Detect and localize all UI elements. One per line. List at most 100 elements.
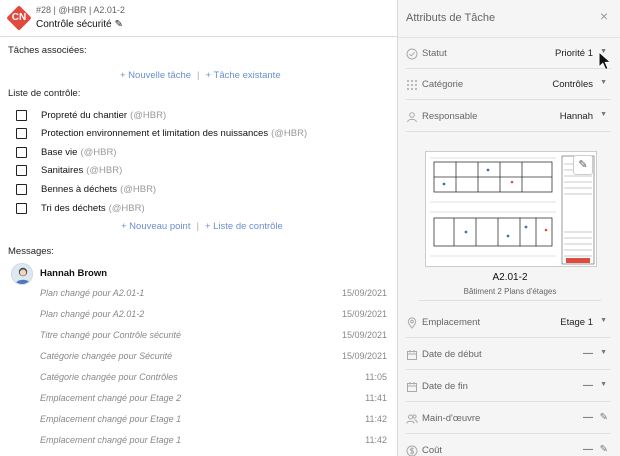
cost-label: Coût [422,445,443,456]
existing-task-link[interactable]: + Tâche existante [206,70,281,81]
checklist-item-tag: (@HBR) [80,146,117,158]
chevron-down-icon: ▼ [600,79,607,86]
assignee-field[interactable]: Responsable Hannah ▼ [406,102,611,132]
checklist-link[interactable]: + Liste de contrôle [205,221,283,232]
checklist-links: + Nouveau point | + Liste de contrôle [121,221,283,232]
checklist-label: Liste de contrôle: [8,88,81,99]
checklist-item-tag: (@HBR) [120,183,157,195]
associated-tasks-label: Tâches associées: [8,45,87,56]
avatar [11,263,33,285]
start-date-label: Date de début [422,349,482,360]
message-date: 11:05 [365,372,387,382]
checkbox[interactable] [16,127,27,139]
user-avatar-icon [15,267,31,284]
grid-dots-icon [406,79,418,91]
edit-pencil-icon[interactable]: ✎ [600,412,608,423]
checklist-item-tag: (@HBR) [86,164,123,176]
message-text: Emplacement changé pour Etage 2 [40,393,182,403]
task-detail-pane: CN #28 | @HBR | A2.01-2 Contrôle sécurit… [0,0,397,456]
checklist-item: Bennes à déchets (@HBR) [16,182,156,196]
task-meta: #28 | @HBR | A2.01-2 [36,5,125,15]
edit-pencil-icon[interactable]: ✎ [115,19,123,30]
message-date: 11:42 [365,435,387,445]
message-entry: Plan changé pour A2.01-2 15/09/2021 [40,309,387,323]
message-text: Catégorie changée pour Contrôles [40,372,178,382]
end-date-field[interactable]: Date de fin — ▼ [406,372,611,402]
plan-name: A2.01-2 [492,272,528,283]
message-date: 15/09/2021 [341,330,387,340]
badge-label: CN [11,12,27,23]
checklist-item: Protection environnement et limitation d… [16,126,307,140]
chevron-down-icon: ▼ [600,349,607,356]
checklist-item: Propreté du chantier (@HBR) [16,108,166,122]
calendar-icon [406,381,418,393]
mouse-cursor-icon [598,51,612,71]
message-date: 15/09/2021 [341,351,387,361]
new-point-link[interactable]: + Nouveau point [121,221,190,232]
end-date-value: — [583,380,593,391]
end-date-label: Date de fin [422,381,468,392]
checklist-item-text: Protection environnement et limitation d… [41,127,269,139]
labor-value: — [583,412,593,423]
assignee-label: Responsable [422,111,478,122]
message-text: Titre changé pour Contrôle sécurité [40,330,181,340]
cost-value: — [583,444,593,455]
start-date-field[interactable]: Date de début — ▼ [406,340,611,370]
status-label: Statut [422,48,447,59]
person-icon [406,111,418,123]
checklist-item-tag: (@HBR) [108,202,145,214]
map-pin-icon [406,317,418,329]
chevron-down-icon: ▼ [600,317,607,324]
new-task-link[interactable]: + Nouvelle tâche [120,70,191,81]
message-date: 11:41 [365,393,387,403]
checklist-item: Tri des déchets (@HBR) [16,201,145,215]
category-label: Catégorie [422,79,464,90]
task-title[interactable]: Contrôle sécurité ✎ [36,19,123,30]
message-entry: Titre changé pour Contrôle sécurité 15/0… [40,330,387,344]
status-circle-check-icon [406,48,418,60]
plan-thumbnail-card[interactable]: ✎ A2.01-2 Bâtiment 2 Plans d'étages [419,149,601,301]
checkbox[interactable] [16,202,27,214]
checklist-item-text: Base vie [41,146,78,158]
cost-field[interactable]: Coût — ✎ [406,436,611,456]
link-separator: | [196,221,199,232]
message-entry: Emplacement changé pour Etage 2 11:41 [40,393,387,407]
message-entry: Emplacement changé pour Etage 1 11:42 [40,435,387,449]
category-badge: CN [6,5,32,31]
message-text: Plan changé pour A2.01-1 [40,288,145,298]
checkbox[interactable] [16,164,27,176]
message-text: Emplacement changé pour Etage 1 [40,435,182,445]
edit-pencil-icon[interactable]: ✎ [573,155,593,175]
chevron-down-icon: ▼ [600,381,607,388]
start-date-value: — [583,348,593,359]
edit-pencil-icon[interactable]: ✎ [600,444,608,455]
panel-divider [398,37,620,38]
checklist-item: Sanitaires (@HBR) [16,163,122,177]
message-date: 15/09/2021 [341,288,387,298]
people-icon [406,413,418,425]
close-icon[interactable]: × [600,8,608,24]
assignee-value: Hannah [559,111,593,122]
checkbox[interactable] [16,109,27,121]
message-author: Hannah Brown [40,268,108,279]
checklist-item-text: Propreté du chantier [41,109,128,121]
location-field[interactable]: Emplacement Etage 1 ▼ [406,308,611,338]
messages-label: Messages: [8,246,54,257]
link-separator: | [197,70,200,81]
plan-drawing-image[interactable]: ✎ [425,151,597,267]
message-text: Plan changé pour A2.01-2 [40,309,145,319]
checklist-item-text: Bennes à déchets [41,183,118,195]
checkbox[interactable] [16,146,27,158]
category-field[interactable]: Catégorie Contrôles ▼ [406,70,611,100]
associated-tasks-links: + Nouvelle tâche | + Tâche existante [120,70,281,81]
labor-label: Main-d'œuvre [422,413,481,424]
labor-field[interactable]: Main-d'œuvre — ✎ [406,404,611,434]
location-value: Etage 1 [560,317,593,328]
checklist-item-text: Tri des déchets [41,202,106,214]
status-field[interactable]: Statut Priorité 1 ▼ [406,39,611,69]
checkbox[interactable] [16,183,27,195]
message-text: Catégorie changée pour Sécurité [40,351,173,361]
message-date: 15/09/2021 [341,309,387,319]
message-entry: Catégorie changée pour Sécurité 15/09/20… [40,351,387,365]
attributes-panel: Attributs de Tâche × Statut Priorité 1 ▼… [398,0,620,456]
